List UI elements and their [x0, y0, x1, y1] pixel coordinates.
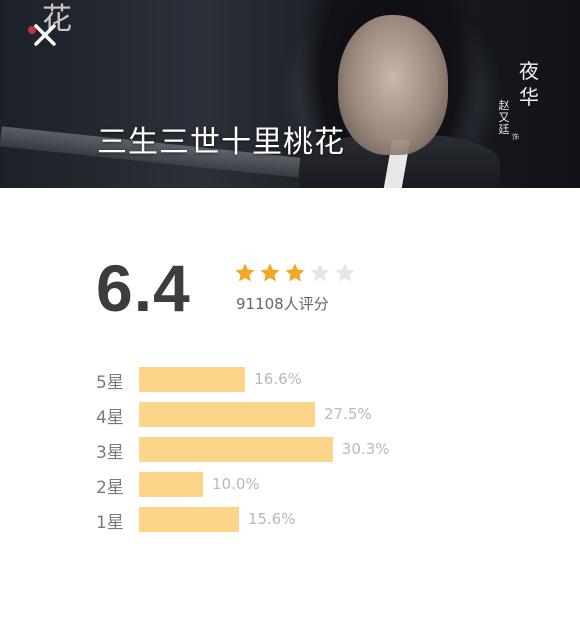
distribution-percent: 15.6% — [247, 510, 296, 528]
rating-score: 6.4 — [96, 251, 191, 325]
distribution-bar — [139, 402, 315, 427]
distribution-percent: 30.3% — [341, 440, 390, 458]
close-button[interactable] — [30, 20, 60, 50]
distribution-row: 5星 16.6% — [96, 366, 516, 401]
star-filled-icon — [260, 263, 280, 282]
distribution-row: 1星 15.6% — [96, 506, 516, 541]
star-rating — [234, 262, 356, 284]
distribution-label: 4星 — [96, 408, 124, 428]
distribution-bar — [139, 472, 203, 497]
banner-portrait — [338, 15, 448, 155]
banner: 花 三生三世十里桃花 夜华 赵又廷 饰 — [0, 0, 580, 188]
distribution-row: 4星 27.5% — [96, 401, 516, 436]
rating-count: 91108人评分 — [236, 295, 329, 313]
distribution-bar — [139, 507, 239, 532]
distribution-row: 2星 10.0% — [96, 471, 516, 506]
actor-role: 饰 — [512, 133, 519, 141]
star-filled-icon — [285, 263, 305, 282]
star-empty-icon — [310, 263, 330, 282]
distribution-bar — [139, 437, 333, 462]
star-filled-icon — [235, 263, 255, 282]
actor-name: 赵又廷 — [498, 99, 510, 136]
show-title: 三生三世十里桃花 — [97, 125, 345, 160]
distribution-label: 1星 — [96, 513, 124, 533]
distribution-percent: 10.0% — [212, 475, 260, 493]
distribution-label: 3星 — [96, 443, 124, 463]
star-empty-icon — [335, 263, 355, 282]
distribution-label: 2星 — [96, 478, 124, 498]
close-icon — [34, 24, 56, 46]
distribution-bar — [139, 367, 246, 392]
distribution-percent: 27.5% — [324, 405, 372, 423]
distribution-label: 5星 — [96, 373, 124, 393]
distribution-row: 3星 30.3% — [96, 436, 516, 471]
character-name: 夜华 — [519, 59, 539, 109]
distribution-percent: 16.6% — [254, 370, 302, 388]
rating-distribution: 5星 16.6% 4星 27.5% 3星 30.3% 2星 10.0% 1星 15.6% — [96, 366, 516, 541]
